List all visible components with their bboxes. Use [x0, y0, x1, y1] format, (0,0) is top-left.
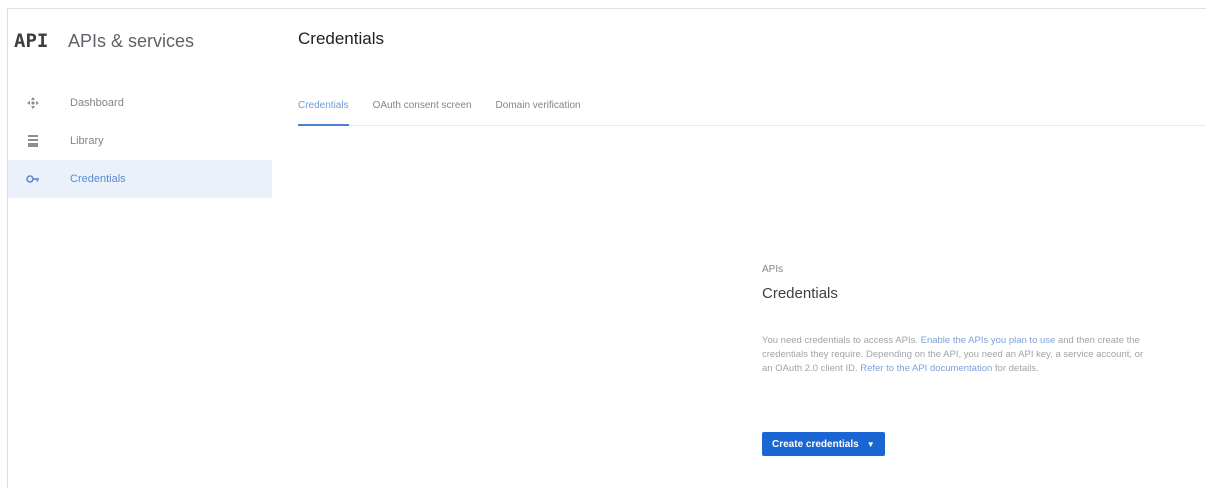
- empty-state-description: You need credentials to access APIs. Ena…: [762, 334, 1148, 376]
- empty-state-title: Credentials: [762, 285, 838, 302]
- sidebar-item-credentials[interactable]: Credentials: [8, 160, 272, 198]
- app-frame: API APIs & services Dashboard Library Cr…: [7, 8, 1206, 488]
- sidebar-item-library[interactable]: Library: [8, 122, 272, 160]
- description-text: for details.: [992, 363, 1039, 374]
- page-title: Credentials: [298, 29, 384, 48]
- enable-apis-link[interactable]: Enable the APIs you plan to use: [921, 335, 1056, 346]
- sidebar-item-label: Dashboard: [70, 97, 124, 109]
- sidebar-item-dashboard[interactable]: Dashboard: [8, 84, 272, 122]
- brand: API APIs & services: [14, 29, 194, 53]
- description-text: You need credentials to access APIs.: [762, 335, 921, 346]
- empty-state: APIs Credentials You need credentials to…: [762, 264, 1152, 456]
- sidebar-item-label: Credentials: [70, 173, 126, 185]
- api-logo: API: [14, 30, 49, 52]
- tab-credentials[interactable]: Credentials: [298, 92, 349, 126]
- tab-bar: Credentials OAuth consent screen Domain …: [298, 92, 1206, 126]
- key-icon: [24, 170, 42, 188]
- create-credentials-button[interactable]: Create credentials ▼: [762, 432, 885, 456]
- create-credentials-label: Create credentials: [772, 438, 859, 450]
- sidebar: API APIs & services Dashboard Library Cr…: [8, 9, 272, 488]
- dashboard-icon: [24, 94, 42, 112]
- caret-down-icon: ▼: [866, 439, 875, 449]
- api-documentation-link[interactable]: Refer to the API documentation: [860, 363, 992, 374]
- sidebar-nav: Dashboard Library Credentials: [8, 84, 272, 198]
- empty-state-eyebrow: APIs: [762, 264, 784, 275]
- product-title: APIs & services: [68, 30, 195, 51]
- tab-oauth-consent-screen[interactable]: OAuth consent screen: [373, 92, 472, 126]
- library-icon: [24, 132, 42, 150]
- sidebar-item-label: Library: [70, 135, 104, 147]
- tab-domain-verification[interactable]: Domain verification: [496, 92, 581, 126]
